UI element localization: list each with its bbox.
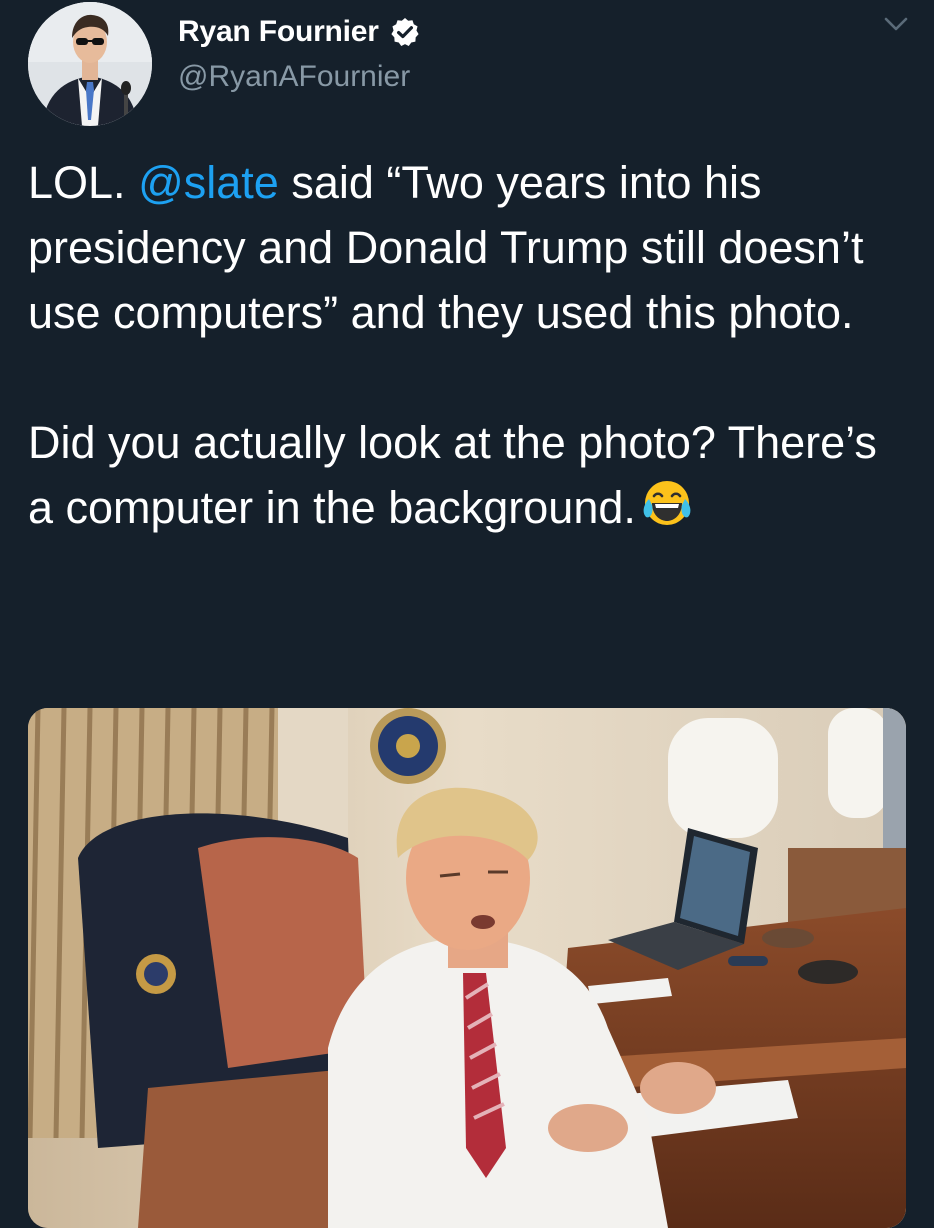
tweet-text: LOL. @slate said “Two years into his pre… [28,150,908,540]
author-name-row: Ryan Fournier [178,12,421,52]
tweet-card: Ryan Fournier @RyanAFournier LOL. @slate… [0,0,934,1228]
face-with-tears-of-joy-icon [643,481,691,525]
chevron-down-icon[interactable] [882,14,910,34]
avatar-photo-icon [28,2,152,126]
photo-man-at-desk-with-laptop-icon [28,708,906,1228]
tweet-paragraph-2: Did you actually look at the photo? Ther… [28,410,908,540]
mention-link[interactable]: @slate [138,157,279,208]
author-display-name[interactable]: Ryan Fournier [178,15,379,49]
author-handle[interactable]: @RyanAFournier [178,60,410,94]
tweet-media-photo[interactable] [28,708,906,1228]
verified-badge-icon [391,18,419,46]
tweet-paragraph-1: LOL. @slate said “Two years into his pre… [28,150,908,345]
author-avatar[interactable] [28,2,152,126]
tweet-text-prefix: LOL. [28,157,139,208]
tweet-text-paragraph-2: Did you actually look at the photo? Ther… [28,417,877,533]
